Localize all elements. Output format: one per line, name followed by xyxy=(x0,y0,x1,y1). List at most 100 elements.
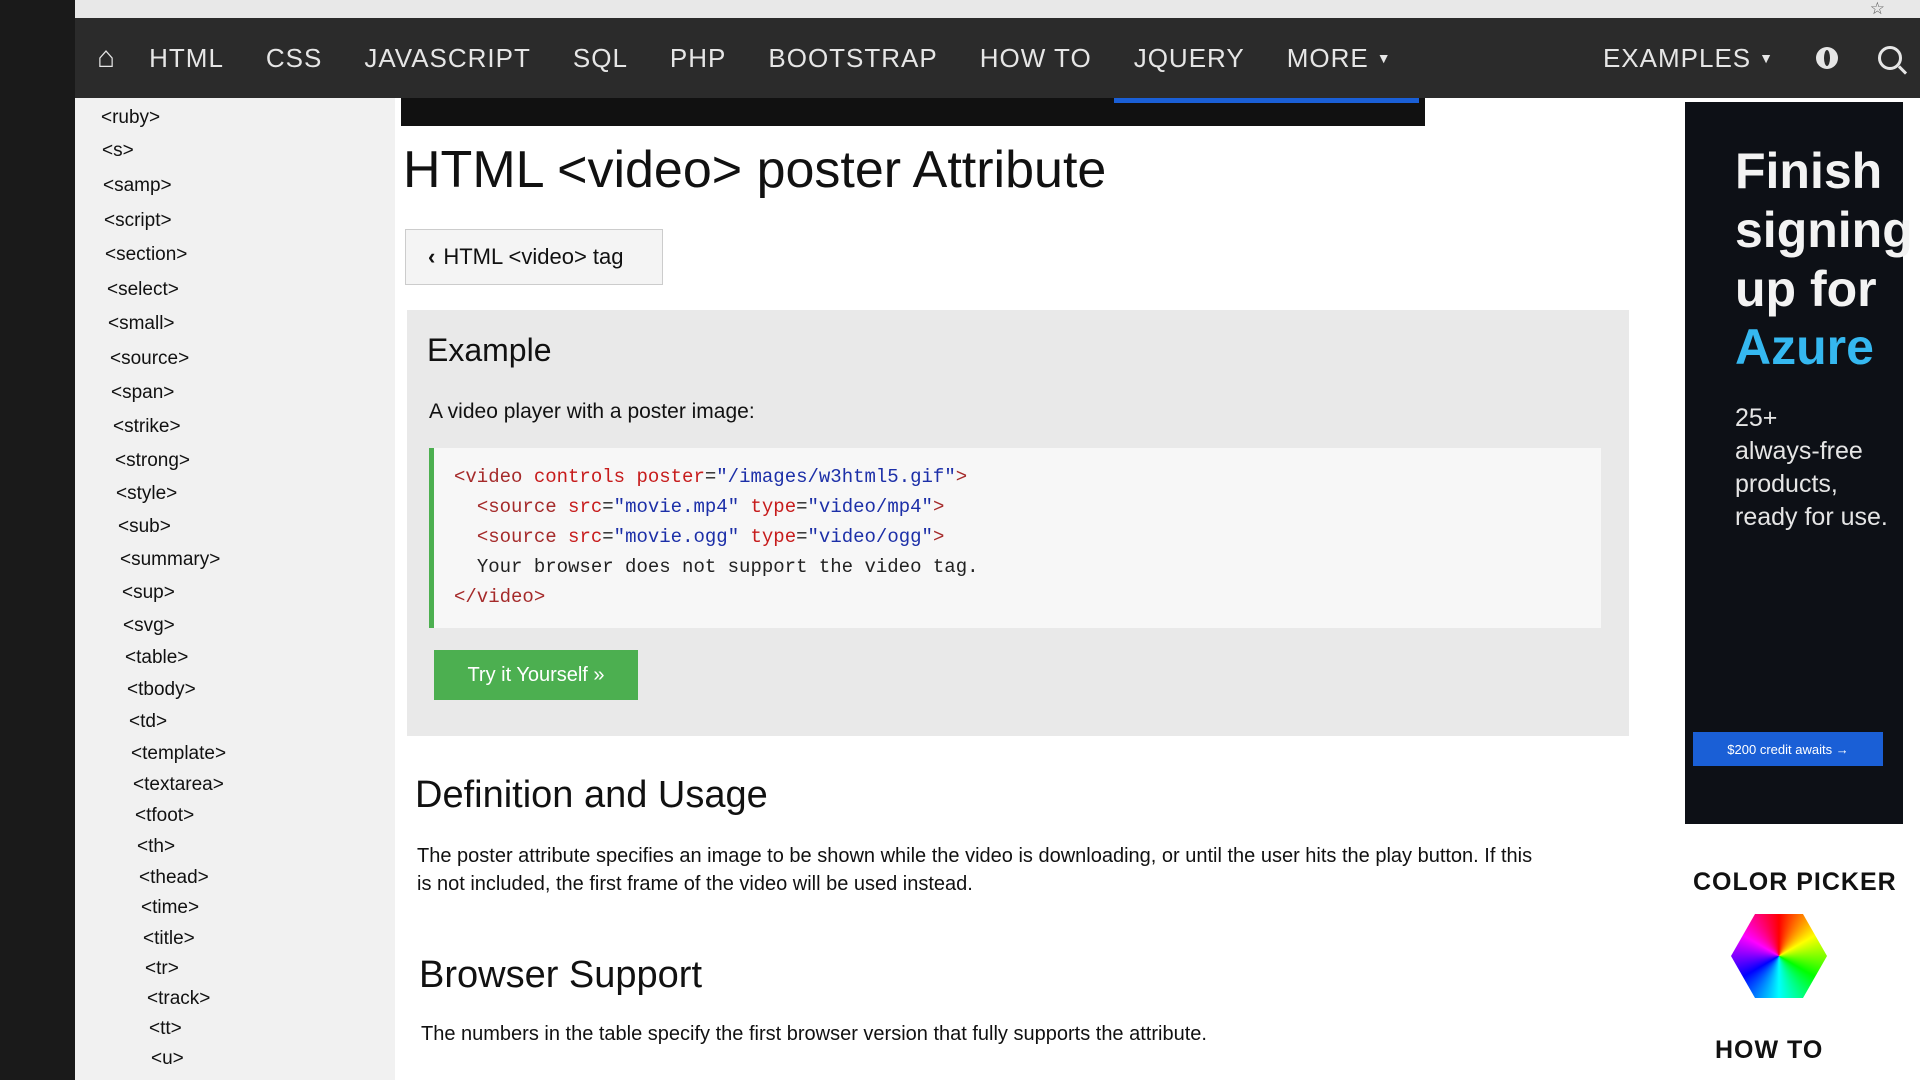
sidebar-item[interactable]: <summary> xyxy=(120,549,220,571)
top-ad-banner[interactable] xyxy=(401,98,1425,126)
code-eq: = xyxy=(796,496,808,518)
sidebar-item[interactable]: <svg> xyxy=(123,615,175,637)
sidebar-item[interactable]: <script> xyxy=(104,210,172,232)
sidebar-item[interactable]: <ruby> xyxy=(101,107,160,129)
code-tag: <video xyxy=(454,466,523,488)
sidebar-item[interactable]: <samp> xyxy=(103,175,172,197)
nav-more-label: MORE xyxy=(1286,42,1369,73)
caret-down-icon: ▼ xyxy=(1759,50,1774,66)
sidebar-item[interactable]: <section> xyxy=(105,244,187,266)
sidebar-item[interactable]: <s> xyxy=(102,140,134,162)
code-eq: = xyxy=(796,526,808,548)
ad-subline: 25+ xyxy=(1735,404,1778,432)
azure-ad[interactable]: Finish signing up for Azure 25+ always-f… xyxy=(1685,102,1913,824)
ad-accent-word: Azure xyxy=(1735,319,1874,375)
ad-subtext: 25+ always-free products, ready for use. xyxy=(1735,402,1888,534)
sidebar-item[interactable]: <tr> xyxy=(145,958,179,980)
code-tag: > xyxy=(932,526,945,548)
code-eq: = xyxy=(704,466,717,488)
sidebar-item[interactable]: <source> xyxy=(110,348,189,370)
code-line: </video> xyxy=(454,582,1601,612)
sidebar-item[interactable]: <select> xyxy=(107,279,179,301)
nav-item-sql[interactable]: SQL xyxy=(573,43,628,74)
ad-subline: always-free xyxy=(1735,437,1863,465)
code-eq: = xyxy=(602,526,614,548)
sidebar-item[interactable]: <strong> xyxy=(115,450,190,472)
code-tag: <source xyxy=(476,526,557,548)
sidebar-item[interactable]: <small> xyxy=(108,313,175,335)
code-attr: src xyxy=(568,526,603,548)
star-icon[interactable]: ☆ xyxy=(1870,0,1885,17)
color-picker-title[interactable]: COLOR PICKER xyxy=(1693,868,1897,897)
browser-toolbar: ☆ xyxy=(75,0,1920,19)
nav-right-group: EXAMPLES ▼ xyxy=(1603,43,1920,74)
code-attr: controls xyxy=(533,466,626,488)
code-block: <video controls poster="/images/w3html5.… xyxy=(429,448,1601,628)
code-attr: type xyxy=(750,496,797,518)
browser-support-title: Browser Support xyxy=(419,954,703,996)
top-navigation: ⌂ HTML CSS JAVASCRIPT SQL PHP BOOTSTRAP … xyxy=(75,18,1920,98)
code-eq: = xyxy=(602,496,614,518)
nav-item-html[interactable]: HTML xyxy=(149,43,224,74)
definition-title: Definition and Usage xyxy=(415,774,768,816)
nav-item-javascript[interactable]: JAVASCRIPT xyxy=(364,43,531,74)
back-to-video-tag-button[interactable]: ‹ HTML <video> tag xyxy=(405,229,663,285)
example-description: A video player with a poster image: xyxy=(429,400,755,423)
code-value: "video/mp4" xyxy=(807,496,933,518)
nav-item-css[interactable]: CSS xyxy=(266,43,322,74)
nav-item-more[interactable]: MORE ▼ xyxy=(1287,43,1392,74)
nav-item-bootstrap[interactable]: BOOTSTRAP xyxy=(768,43,937,74)
sidebar-item[interactable]: <template> xyxy=(131,743,226,765)
sidebar-item[interactable]: <time> xyxy=(141,897,199,919)
ad-line: Finish xyxy=(1735,143,1883,199)
sidebar-item[interactable]: <style> xyxy=(116,483,177,505)
sidebar-item[interactable]: <title> xyxy=(143,928,195,950)
sidebar-item[interactable]: <tt> xyxy=(149,1018,182,1040)
try-it-yourself-button[interactable]: Try it Yourself » xyxy=(434,650,638,700)
sidebar-item[interactable]: <tbody> xyxy=(127,679,196,701)
sidebar: <ruby> <s> <samp> <script> <section> <se… xyxy=(75,98,395,1080)
code-line: <video controls poster="/images/w3html5.… xyxy=(454,462,1601,492)
home-icon[interactable]: ⌂ xyxy=(97,41,115,75)
back-button-label: HTML <video> tag xyxy=(443,244,624,269)
nav-examples-label: EXAMPLES xyxy=(1602,42,1752,73)
nav-item-examples[interactable]: EXAMPLES ▼ xyxy=(1603,43,1774,74)
code-line: Your browser does not support the video … xyxy=(454,552,1601,582)
sidebar-item[interactable]: <sup> xyxy=(122,582,175,604)
page-title: HTML <video> poster Attribute xyxy=(403,141,1107,199)
code-tag: <source xyxy=(476,496,557,518)
sidebar-item[interactable]: <span> xyxy=(111,382,174,404)
sidebar-item[interactable]: <table> xyxy=(125,647,188,669)
example-box: Example A video player with a poster ima… xyxy=(407,310,1629,736)
code-tag: </video> xyxy=(454,586,546,608)
ad-cta-button[interactable]: $200 credit awaits → xyxy=(1693,732,1883,766)
nav-item-how-to[interactable]: HOW TO xyxy=(980,43,1092,74)
sidebar-item[interactable]: <sub> xyxy=(118,516,171,538)
sidebar-item[interactable]: <thead> xyxy=(139,867,209,889)
main-content: HTML <video> poster Attribute ‹ HTML <vi… xyxy=(395,98,1685,1080)
sidebar-item[interactable]: <th> xyxy=(137,836,175,858)
globe-icon[interactable] xyxy=(1816,47,1838,69)
code-value: "movie.ogg" xyxy=(613,526,740,548)
caret-down-icon: ▼ xyxy=(1376,50,1392,66)
nav-item-jquery[interactable]: JQUERY xyxy=(1134,43,1245,74)
ad-headline: Finish signing up for xyxy=(1735,142,1913,319)
example-title: Example xyxy=(427,332,552,368)
sidebar-item[interactable]: <strike> xyxy=(113,416,181,438)
sidebar-item[interactable]: <tfoot> xyxy=(135,805,194,827)
sidebar-item[interactable]: <track> xyxy=(147,988,210,1010)
right-panel: Finish signing up for Azure 25+ always-f… xyxy=(1685,98,1920,1080)
nav-item-php[interactable]: PHP xyxy=(670,43,726,74)
search-icon[interactable] xyxy=(1878,46,1902,70)
definition-text: The poster attribute specifies an image … xyxy=(417,845,1533,895)
browser-support-text: The numbers in the table specify the fir… xyxy=(421,1023,1207,1045)
code-attr: poster xyxy=(636,466,705,488)
sidebar-item[interactable]: <textarea> xyxy=(133,774,224,796)
color-hexagon-icon[interactable] xyxy=(1731,914,1827,998)
sidebar-item[interactable]: <td> xyxy=(129,711,167,733)
code-value: "movie.mp4" xyxy=(613,496,740,518)
code-tag: > xyxy=(932,496,945,518)
ad-line: signing xyxy=(1735,202,1913,258)
sidebar-item[interactable]: <u> xyxy=(151,1048,184,1070)
how-to-title[interactable]: HOW TO xyxy=(1715,1036,1823,1065)
